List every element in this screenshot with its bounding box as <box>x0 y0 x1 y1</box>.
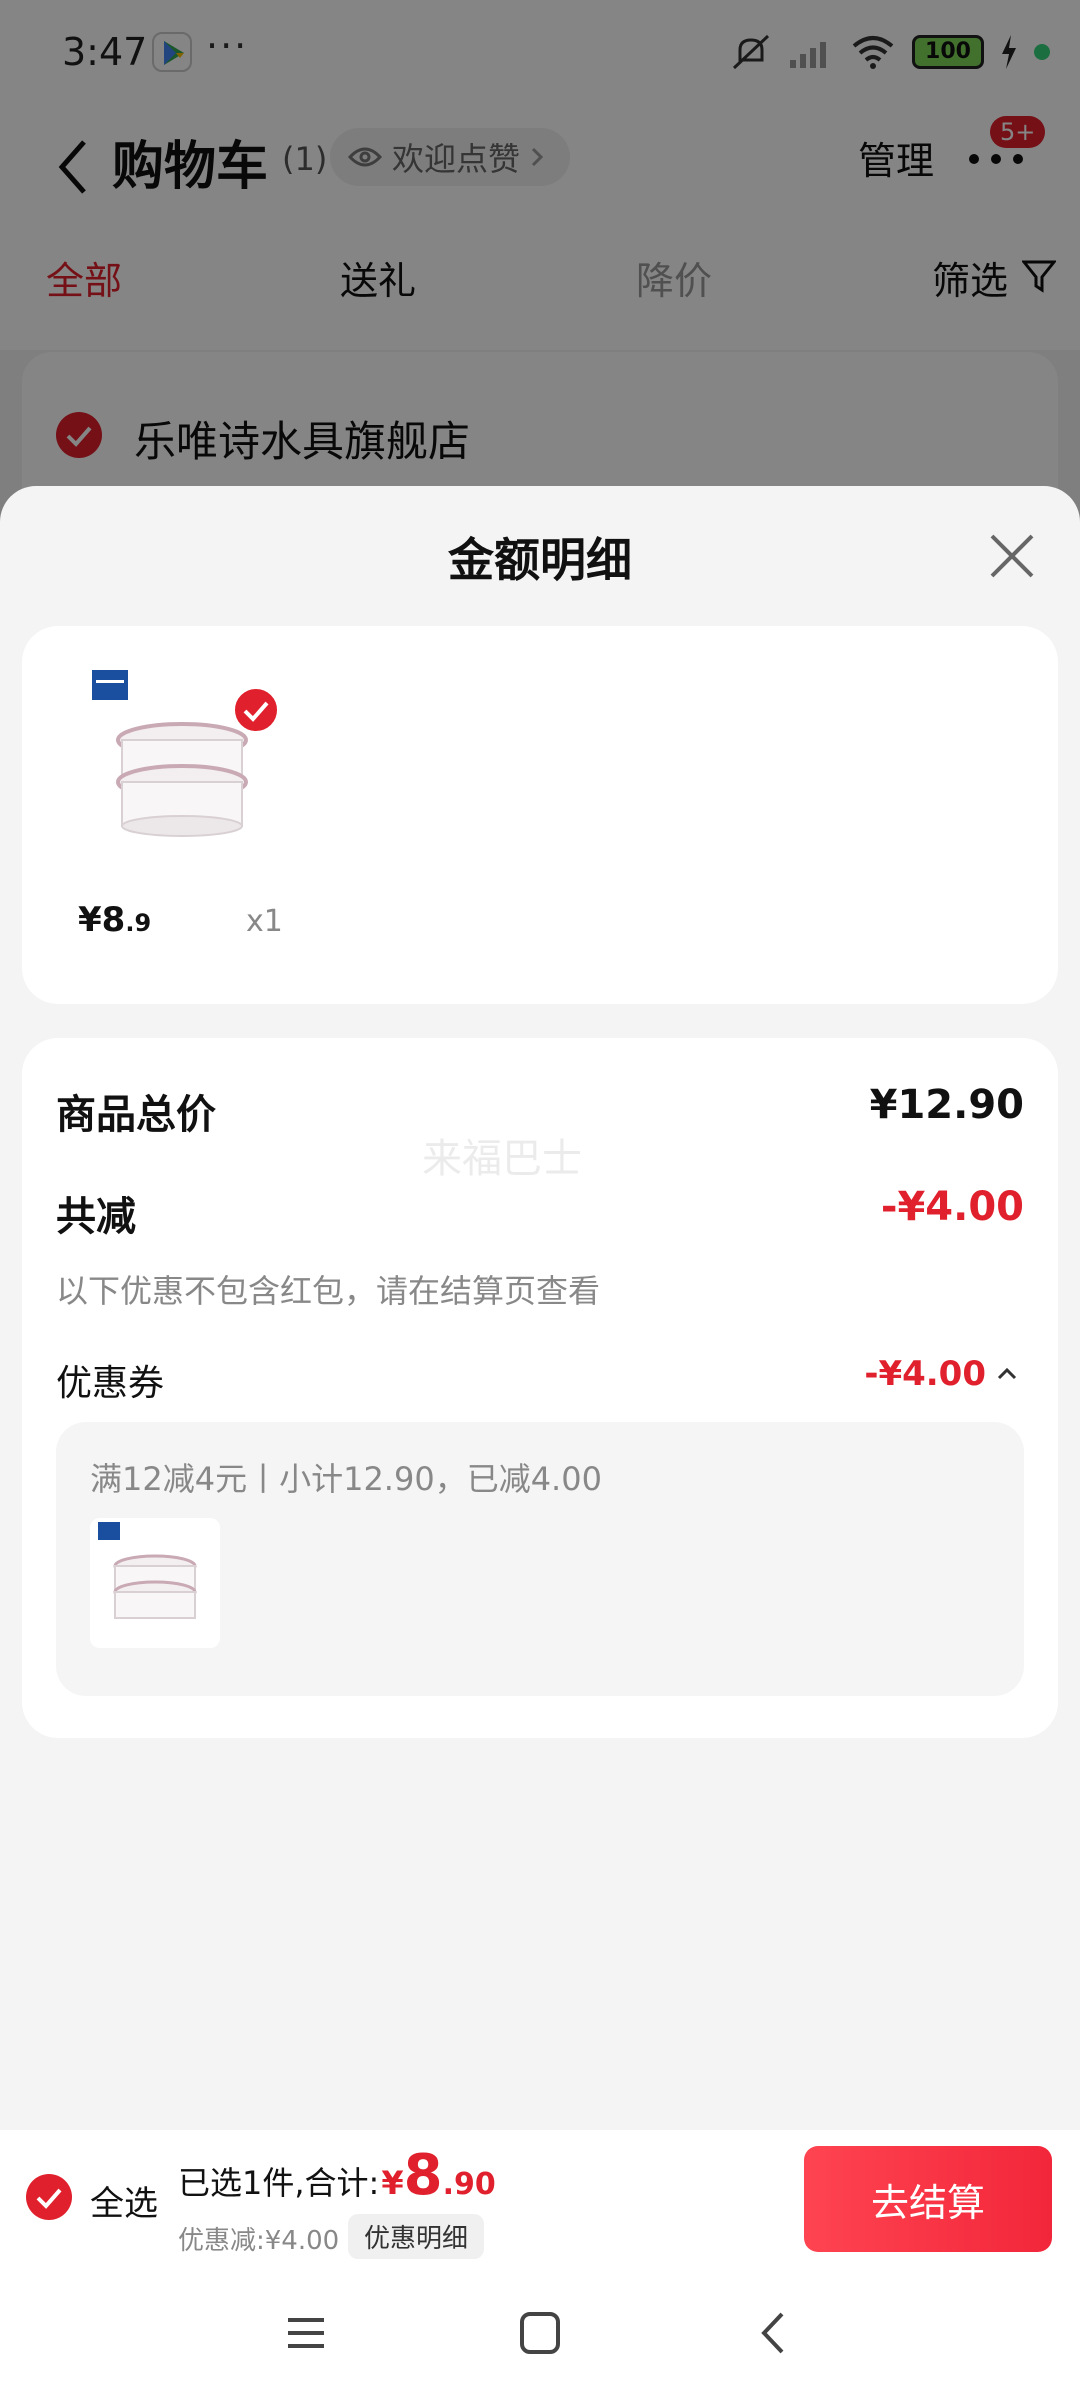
discount-note: 以下优惠不包含红包，请在结算页查看 <box>56 1272 601 1310</box>
total-label: 商品总价 <box>56 1092 216 1138</box>
watermark: 来福巴士 <box>422 1136 582 1182</box>
home-icon[interactable] <box>510 2308 570 2358</box>
coupon-label: 优惠券 <box>56 1363 165 1404</box>
select-all-label[interactable]: 全选 <box>90 2176 158 2225</box>
coupon-toggle[interactable]: -¥4.00 <box>864 1354 1018 1394</box>
coupon-product-image <box>90 1518 220 1648</box>
reduce-value: -¥4.00 <box>880 1184 1024 1230</box>
item-price: ¥8.9 <box>78 900 152 940</box>
system-nav-bar <box>0 2268 1080 2400</box>
total-summary: 已选1件,合计: ¥8.90 <box>178 2143 496 2208</box>
item-quantity: x1 <box>246 904 283 939</box>
coupon-detail-box: 满12减4元丨小计12.90，已减4.00 <box>56 1422 1024 1696</box>
close-icon[interactable] <box>986 530 1038 582</box>
discount-summary: 优惠减:¥4.00 <box>178 2226 340 2256</box>
sheet-title: 金额明细 <box>448 533 632 587</box>
checkout-bar: 全选 已选1件,合计: ¥8.90 优惠减:¥4.00 优惠明细 去结算 <box>0 2130 1080 2268</box>
select-all-check-icon[interactable] <box>26 2174 72 2220</box>
coupon-description: 满12减4元丨小计12.90，已减4.00 <box>90 1460 602 1498</box>
nav-back-icon[interactable] <box>744 2308 804 2358</box>
coupon-value: -¥4.00 <box>864 1354 986 1394</box>
amount-detail-sheet: 金额明细 ¥8.9 x1 商品总价 ¥12.90 来福巴士 共减 -¥4.00 … <box>0 486 1080 2130</box>
total-value: ¥12.90 <box>869 1082 1024 1128</box>
menu-icon[interactable] <box>276 2308 336 2358</box>
chevron-up-icon <box>997 1367 1017 1380</box>
item-check-icon[interactable] <box>232 686 280 734</box>
reduce-label: 共减 <box>56 1194 136 1240</box>
checkout-button[interactable]: 去结算 <box>804 2146 1052 2252</box>
amount-detail-card: 商品总价 ¥12.90 来福巴士 共减 -¥4.00 以下优惠不包含红包，请在结… <box>22 1038 1058 1738</box>
items-card: ¥8.9 x1 <box>22 626 1058 1004</box>
discount-detail-button[interactable]: 优惠明细 <box>348 2214 485 2259</box>
